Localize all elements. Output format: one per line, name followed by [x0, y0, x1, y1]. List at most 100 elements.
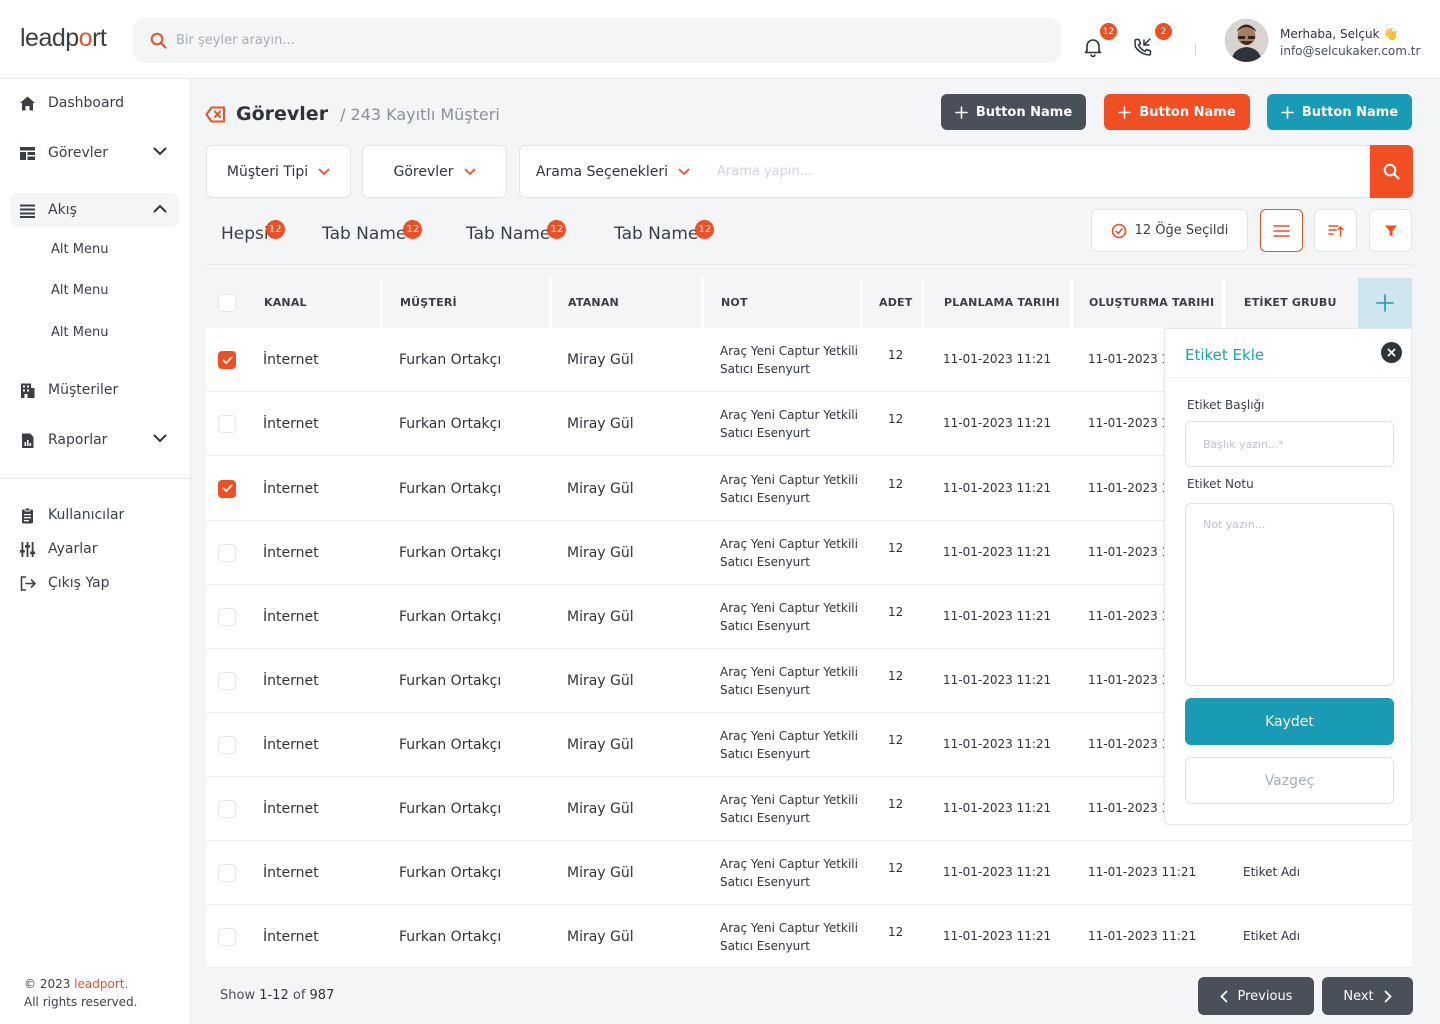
- add-column-button[interactable]: [1358, 278, 1412, 328]
- cell-musteri: Furkan Ortakçı: [399, 545, 502, 561]
- sidebar-item-dashboard[interactable]: Dashboard: [10, 86, 179, 120]
- list-view-button[interactable]: [1260, 209, 1303, 252]
- tag-title-input[interactable]: [1185, 421, 1394, 467]
- row-checkbox[interactable]: [218, 800, 236, 818]
- table-row[interactable]: İnternet Furkan Ortakçı Miray Gül Araç Yeni…: [206, 841, 1412, 905]
- chevron-right-icon: [1384, 990, 1392, 1003]
- tab-name-1[interactable]: Tab Name 12: [322, 220, 423, 244]
- selected-items-button[interactable]: 12 Öğe Seçildi: [1091, 209, 1248, 252]
- row-checkbox[interactable]: [218, 927, 236, 946]
- cell-not: Araç Yeni Captur Yetkili Satıcı Esenyurt: [720, 472, 858, 505]
- cell-musteri: Furkan Ortakçı: [399, 865, 502, 881]
- filter-search-input[interactable]: [717, 164, 1317, 179]
- bell-icon: [1083, 37, 1103, 57]
- chevron-left-icon: [1219, 990, 1228, 1003]
- pagination-info: Show 1-12 of 987: [220, 988, 335, 1003]
- tab-hepsi[interactable]: Hepsi 12: [221, 220, 285, 244]
- sidebar-item-ayarlar[interactable]: Ayarlar: [10, 532, 179, 566]
- sidebar-item-musteriler[interactable]: Müşteriler: [10, 373, 179, 407]
- column-separator: [860, 278, 863, 328]
- row-checkbox[interactable]: [218, 608, 236, 626]
- cell-musteri: Furkan Ortakçı: [399, 928, 502, 945]
- user-greeting: Merhaba, Selçuk 👋: [1280, 27, 1399, 41]
- column-header-not[interactable]: NOT: [721, 296, 748, 309]
- copyright: © 2023 leadport. All rights reserved.: [24, 977, 138, 1009]
- cell-kanal: İnternet: [263, 865, 319, 881]
- column-header-etiket[interactable]: ETİKET GRUBU: [1244, 296, 1337, 309]
- sidebar-item-gorevler[interactable]: Görevler: [10, 136, 179, 170]
- column-header-kanal[interactable]: KANAL: [264, 296, 307, 309]
- topbar-divider: [1195, 43, 1196, 55]
- cancel-button[interactable]: Vazgeç: [1185, 757, 1394, 804]
- cell-not: Araç Yeni Captur Yetkili Satıcı Esenyurt: [720, 729, 858, 761]
- table-header: KANAL MÜŞTERİ ATANAN NOT ADET PLANLAMA T…: [206, 278, 1412, 328]
- column-header-olusturma[interactable]: OLUŞTURMA TARIHI: [1089, 296, 1214, 309]
- logout-icon: [19, 575, 37, 592]
- notification-bell-button[interactable]: [1083, 37, 1103, 57]
- row-checkbox[interactable]: [218, 544, 236, 562]
- logo[interactable]: leadport: [20, 24, 107, 53]
- column-header-musteri[interactable]: MÜŞTERİ: [400, 296, 457, 309]
- filter-search-button[interactable]: [1370, 145, 1413, 198]
- cell-olusturma: 11-01-2023 11:21: [1088, 865, 1197, 879]
- header-button-orange[interactable]: Button Name: [1104, 94, 1250, 130]
- column-header-planlama[interactable]: PLANLAMA TARIHI: [944, 296, 1060, 309]
- close-button[interactable]: [1381, 342, 1402, 363]
- tab-name-2[interactable]: Tab Name 12: [466, 220, 567, 244]
- user-email: info@selcukaker.com.tr: [1280, 44, 1421, 58]
- report-icon: [19, 432, 36, 449]
- save-button[interactable]: Kaydet: [1185, 698, 1394, 745]
- sort-button[interactable]: [1314, 209, 1357, 252]
- tab-name-3[interactable]: Tab Name 12: [614, 220, 715, 244]
- header-button-dark[interactable]: Button Name: [941, 94, 1086, 130]
- filter-button[interactable]: [1369, 209, 1412, 252]
- submenu-item[interactable]: Alt Menu: [51, 283, 108, 298]
- previous-button[interactable]: Previous: [1198, 977, 1314, 1015]
- select-all-checkbox[interactable]: [218, 294, 236, 312]
- chevron-down-icon: [678, 168, 690, 176]
- row-checkbox[interactable]: [218, 864, 236, 882]
- cell-kanal: İnternet: [263, 480, 319, 497]
- row-checkbox[interactable]: [218, 351, 236, 369]
- avatar[interactable]: [1225, 19, 1268, 62]
- cell-atanan: Miray Gül: [567, 737, 634, 753]
- sidebar-item-akis[interactable]: Akış: [10, 193, 179, 227]
- column-header-adet[interactable]: ADET: [879, 296, 912, 309]
- submenu-item[interactable]: Alt Menu: [51, 242, 108, 257]
- cell-adet: 12: [888, 476, 904, 491]
- cell-planlama: 11-01-2023 11:21: [943, 609, 1052, 623]
- tag-note-textarea[interactable]: [1185, 503, 1394, 686]
- building-icon: [19, 382, 36, 399]
- cell-planlama: 11-01-2023 11:21: [943, 865, 1052, 879]
- row-checkbox[interactable]: [218, 479, 236, 498]
- column-separator: [1070, 278, 1073, 328]
- customer-type-dropdown[interactable]: Müşteri Tipi: [206, 145, 351, 198]
- column-separator: [380, 278, 383, 328]
- search-input[interactable]: [176, 33, 976, 48]
- tasks-dropdown[interactable]: Görevler: [362, 145, 507, 198]
- search-options-dropdown[interactable]: Arama Seçenekleri: [519, 145, 707, 198]
- calls-button[interactable]: [1132, 37, 1153, 58]
- search-icon: [1383, 163, 1400, 180]
- row-checkbox[interactable]: [218, 736, 236, 754]
- sidebar-item-kullanicilar[interactable]: Kullanıcılar: [10, 498, 179, 532]
- cell-musteri: Furkan Ortakçı: [399, 480, 502, 497]
- column-separator: [921, 278, 924, 328]
- column-header-atanan[interactable]: ATANAN: [568, 296, 619, 309]
- cell-adet: 12: [888, 924, 904, 939]
- column-separator: [701, 278, 704, 328]
- table-row[interactable]: İnternet Furkan Ortakçı Miray Gül Araç Yeni…: [206, 905, 1412, 968]
- cell-planlama: 11-01-2023 11:21: [943, 801, 1052, 815]
- cell-etiket: Etiket Adı: [1243, 928, 1300, 943]
- submenu-item[interactable]: Alt Menu: [51, 325, 108, 340]
- sidebar-item-cikis[interactable]: Çıkış Yap: [10, 566, 179, 600]
- row-checkbox[interactable]: [218, 415, 236, 433]
- header-button-teal[interactable]: Button Name: [1267, 94, 1412, 130]
- row-checkbox[interactable]: [218, 672, 236, 690]
- next-button[interactable]: Next: [1322, 977, 1413, 1015]
- back-delete-icon[interactable]: [205, 106, 226, 123]
- cell-atanan: Miray Gül: [567, 865, 634, 881]
- cell-atanan: Miray Gül: [567, 480, 634, 497]
- tag-title-label: Etiket Başlığı: [1187, 398, 1265, 412]
- sidebar-item-raporlar[interactable]: Raporlar: [10, 423, 179, 457]
